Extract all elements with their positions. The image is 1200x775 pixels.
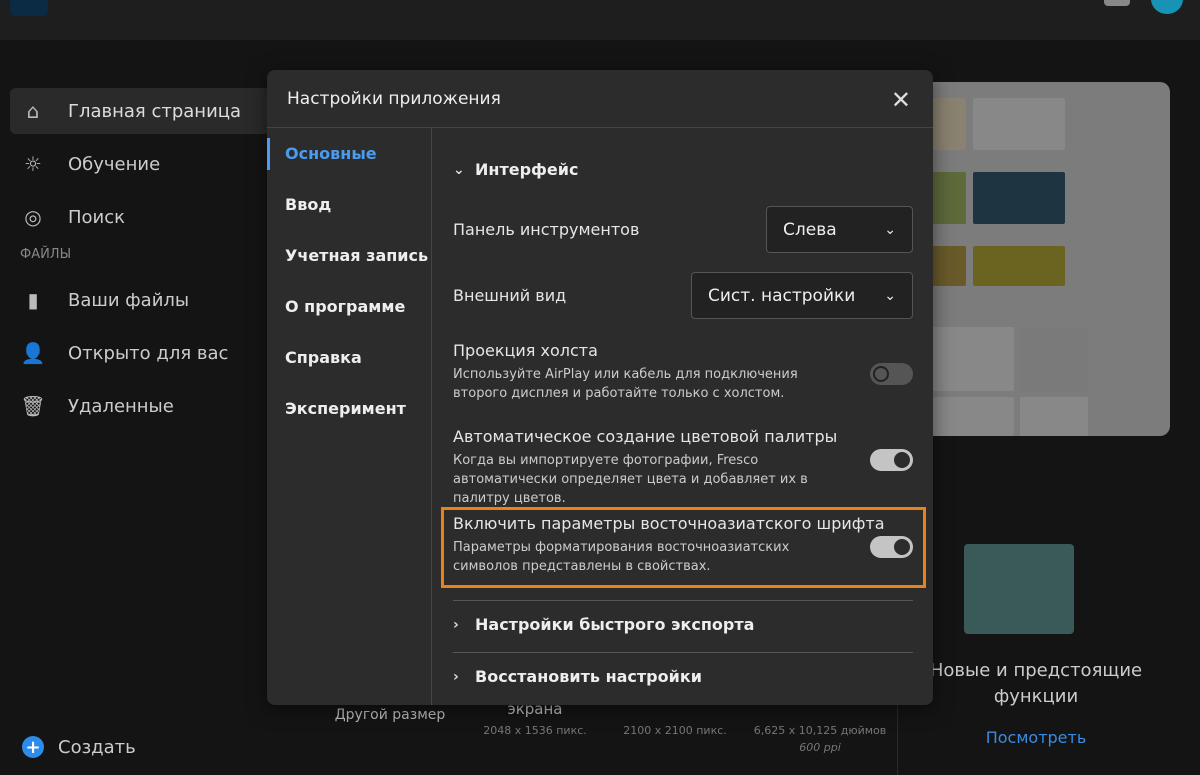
sidebar-item-label: Удаленные bbox=[68, 395, 174, 417]
section-title: Настройки быстрого экспорта bbox=[475, 615, 755, 634]
setting-description: Когда вы импортируете фотографии, Fresco… bbox=[453, 453, 808, 506]
top-bar bbox=[0, 0, 1200, 40]
tab-help[interactable]: Справка bbox=[267, 332, 431, 383]
sidebar-item-home[interactable]: ⌂ Главная страница bbox=[10, 88, 270, 134]
section-title: Интерфейс bbox=[475, 160, 579, 179]
chevron-down-icon: ⌄ bbox=[453, 161, 465, 178]
compass-icon: ◎ bbox=[24, 205, 42, 229]
setting-description: Параметры форматирования восточноазиатск… bbox=[453, 540, 790, 574]
dialog-header: Настройки приложения ✕ bbox=[267, 70, 933, 128]
chevron-down-icon: ⌄ bbox=[884, 287, 896, 304]
chevron-down-icon: ⌄ bbox=[884, 221, 896, 238]
create-label: Создать bbox=[58, 736, 136, 758]
preset-resolution: 600 ppi bbox=[799, 741, 841, 754]
lightbulb-icon: ☼ bbox=[24, 152, 42, 176]
sidebar-item-label: Поиск bbox=[68, 206, 126, 228]
auto-palette-setting: Автоматическое создание цветовой палитры… bbox=[453, 427, 913, 508]
divider bbox=[453, 652, 913, 653]
setting-label: Включить параметры восточноазиатского шр… bbox=[453, 514, 885, 533]
toolbar-position-select[interactable]: Слева ⌄ bbox=[766, 206, 913, 253]
setting-label: Внешний вид bbox=[453, 286, 567, 305]
file-icon: ▮ bbox=[27, 288, 39, 312]
divider bbox=[453, 600, 913, 601]
avatar[interactable] bbox=[1151, 0, 1183, 14]
auto-palette-toggle[interactable] bbox=[870, 449, 913, 471]
settings-content: ⌄ Интерфейс Панель инструментов Слева ⌄ Вн… bbox=[433, 128, 933, 705]
home-icon: ⌂ bbox=[26, 99, 40, 123]
sidebar: ⌂ Главная страница ☼ Обучение ◎ Поиск ФАЙЛЫ… bbox=[10, 88, 270, 436]
app-settings-dialog: Настройки приложения ✕ Основные Ввод Уче… bbox=[267, 70, 933, 705]
restore-settings-section-toggle[interactable]: › Восстановить настройки bbox=[453, 667, 702, 686]
whats-new-card: Новые и предстоящие функции Посмотреть bbox=[897, 500, 1200, 775]
canvas-projection-toggle[interactable] bbox=[870, 363, 913, 385]
preset-size: 2048 x 1536 пикс. bbox=[483, 724, 587, 737]
create-button[interactable]: + Создать bbox=[22, 736, 136, 758]
setting-description: Используйте AirPlay или кабель для подкл… bbox=[453, 367, 798, 401]
tab-account[interactable]: Учетная запись bbox=[267, 230, 431, 281]
close-icon[interactable]: ✕ bbox=[891, 86, 911, 114]
sidebar-item-label: Открыто для вас bbox=[68, 342, 229, 364]
setting-label: Автоматическое создание цветовой палитры bbox=[453, 427, 838, 446]
quick-export-section-toggle[interactable]: › Настройки быстрого экспорта bbox=[453, 615, 754, 634]
select-value: Слева bbox=[783, 219, 837, 240]
view-link[interactable]: Посмотреть bbox=[898, 728, 1174, 747]
tab-experiment[interactable]: Эксперимент bbox=[267, 383, 431, 434]
east-asian-font-setting: Включить параметры восточноазиатского шр… bbox=[453, 514, 913, 576]
tab-input[interactable]: Ввод bbox=[267, 179, 431, 230]
toolbar-setting: Панель инструментов Слева ⌄ bbox=[453, 206, 913, 254]
sidebar-item-your-files[interactable]: ▮ Ваши файлы bbox=[10, 277, 270, 323]
east-asian-font-toggle[interactable] bbox=[870, 536, 913, 558]
trash-icon: 🗑 bbox=[20, 394, 46, 418]
chevron-right-icon: › bbox=[453, 668, 459, 685]
tab-general[interactable]: Основные bbox=[267, 128, 431, 179]
tab-about[interactable]: О программе bbox=[267, 281, 431, 332]
interface-section-toggle[interactable]: ⌄ Интерфейс bbox=[453, 160, 578, 179]
sidebar-item-label: Обучение bbox=[68, 153, 161, 175]
sidebar-item-learn[interactable]: ☼ Обучение bbox=[10, 141, 270, 187]
plus-icon: + bbox=[22, 736, 44, 758]
section-title: Восстановить настройки bbox=[475, 667, 702, 686]
canvas-projection-setting: Проекция холста Используйте AirPlay или … bbox=[453, 341, 913, 403]
sidebar-item-label: Главная страница bbox=[68, 100, 242, 122]
select-value: Сист. настройки bbox=[708, 285, 856, 306]
files-section-heading: ФАЙЛЫ bbox=[20, 247, 72, 262]
sidebar-item-shared[interactable]: 👤 Открыто для вас bbox=[10, 330, 270, 376]
users-icon: 👤 bbox=[20, 341, 46, 365]
appearance-setting: Внешний вид Сист. настройки ⌄ bbox=[453, 272, 913, 320]
preset-name[interactable]: Другой размер bbox=[330, 707, 450, 723]
setting-label: Панель инструментов bbox=[453, 220, 640, 239]
whats-new-title: Новые и предстоящие функции bbox=[929, 660, 1143, 707]
settings-nav: Основные Ввод Учетная запись О программе… bbox=[267, 128, 432, 705]
preset-size: 2100 x 2100 пикс. bbox=[623, 724, 727, 737]
setting-label: Проекция холста bbox=[453, 341, 598, 360]
app-logo[interactable] bbox=[10, 0, 48, 16]
sidebar-item-label: Ваши файлы bbox=[68, 289, 190, 311]
sidebar-item-deleted[interactable]: 🗑 Удаленные bbox=[10, 383, 270, 429]
dialog-title: Настройки приложения bbox=[287, 88, 501, 109]
chevron-right-icon: › bbox=[453, 616, 459, 633]
sidebar-item-search[interactable]: ◎ Поиск bbox=[10, 194, 270, 240]
preset-size: 6,625 x 10,125 дюймов bbox=[753, 724, 887, 737]
new-features-illustration bbox=[964, 544, 1074, 634]
appearance-select[interactable]: Сист. настройки ⌄ bbox=[691, 272, 913, 319]
notifications-icon[interactable] bbox=[1104, 0, 1130, 6]
